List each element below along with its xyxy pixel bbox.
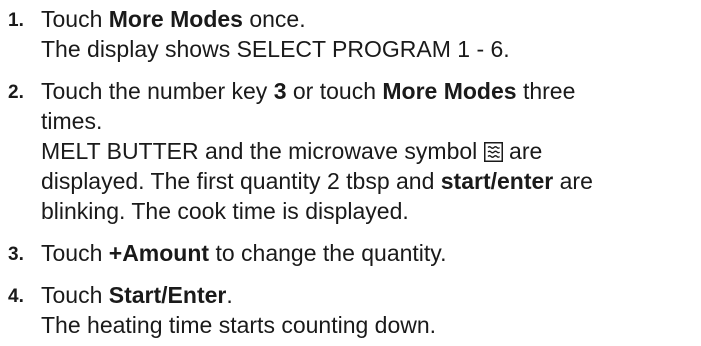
- step-number: 4.: [8, 286, 24, 307]
- instruction-text: Touch: [41, 282, 109, 308]
- result-text: MELT BUTTER and the microwave symbol: [41, 138, 484, 164]
- step-4: 4. Touch Start/Enter. The heating time s…: [8, 280, 698, 340]
- step-result-line: blinking. The cook time is displayed.: [41, 198, 409, 224]
- number-key: 3: [273, 78, 287, 104]
- step-3: 3. Touch +Amount to change the quantity.: [8, 238, 698, 268]
- button-name: More Modes: [108, 6, 243, 32]
- step-result: The heating time starts counting down.: [41, 312, 437, 338]
- step-body: Touch the number key 3 or touch More Mod…: [41, 76, 698, 226]
- button-name: +Amount: [108, 240, 210, 266]
- instruction-text: Touch the number key: [41, 78, 274, 104]
- microwave-symbol-icon: [483, 142, 503, 162]
- instruction-text: Touch: [41, 240, 109, 266]
- step-instruction: Touch More Modes once.: [41, 4, 698, 34]
- step-result-line: displayed. The first quantity 2 tbsp and…: [41, 166, 698, 196]
- step-instruction-line: times.: [41, 108, 103, 134]
- step-body: Touch Start/Enter. The heating time star…: [41, 280, 698, 340]
- instruction-text: Touch: [41, 6, 109, 32]
- result-text: displayed. The first quantity 2 tbsp and: [41, 168, 441, 194]
- instruction-text: once.: [242, 6, 306, 32]
- instruction-text: or touch: [286, 78, 383, 104]
- step-instruction-line: Touch the number key 3 or touch More Mod…: [41, 76, 698, 106]
- step-body: Touch +Amount to change the quantity.: [41, 238, 698, 268]
- button-name: Start/Enter: [108, 282, 227, 308]
- step-2: 2. Touch the number key 3 or touch More …: [8, 76, 698, 226]
- instruction-text: three: [516, 78, 576, 104]
- result-text: are: [553, 168, 593, 194]
- button-name: start/enter: [440, 168, 554, 194]
- step-number: 3.: [8, 244, 24, 265]
- step-result: The display shows SELECT PROGRAM 1 - 6.: [41, 36, 510, 62]
- step-number: 2.: [8, 82, 24, 103]
- step-instruction: Touch +Amount to change the quantity.: [41, 238, 698, 268]
- step-body: Touch More Modes once. The display shows…: [41, 4, 698, 64]
- button-name: More Modes: [382, 78, 517, 104]
- result-text: are: [502, 138, 543, 164]
- step-1: 1. Touch More Modes once. The display sh…: [8, 4, 698, 64]
- instruction-text: .: [226, 282, 233, 308]
- step-instruction: Touch Start/Enter.: [41, 280, 698, 310]
- instruction-text: to change the quantity.: [209, 240, 447, 266]
- step-number: 1.: [8, 10, 24, 31]
- step-result-line: MELT BUTTER and the microwave symbol are: [41, 136, 698, 166]
